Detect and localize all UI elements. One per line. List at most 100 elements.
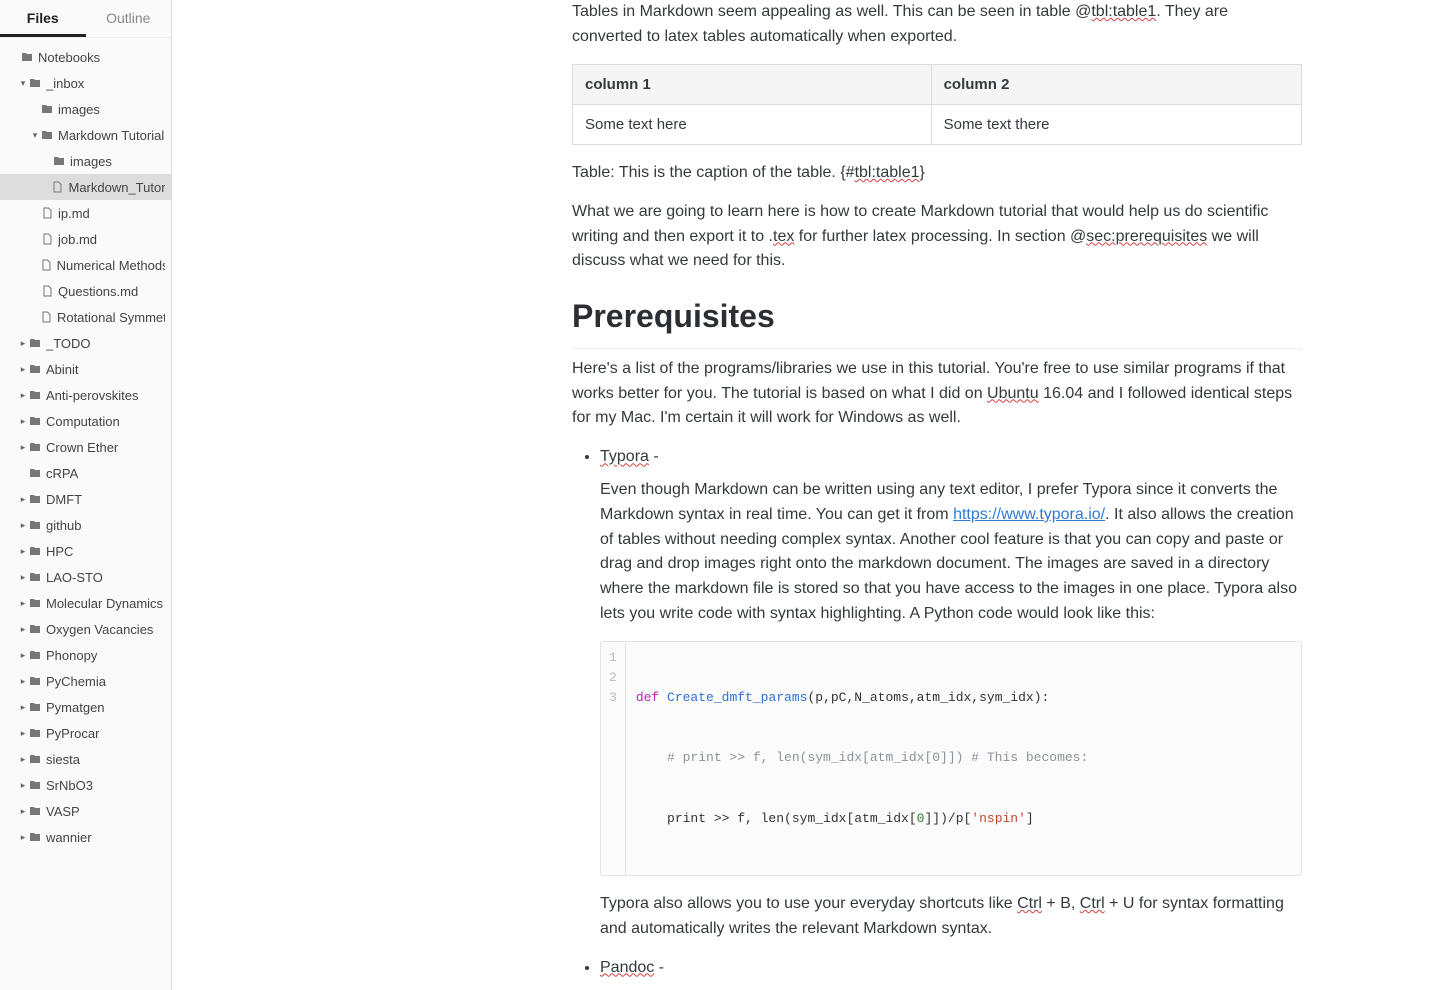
- tree-file-ip[interactable]: ▸ ip.md: [0, 200, 171, 226]
- tree-folder-images2[interactable]: ▸ images: [0, 148, 171, 174]
- tree-folder-computation[interactable]: ▸Computation: [0, 408, 171, 434]
- caret-right-icon: ▸: [18, 520, 28, 531]
- typora-link[interactable]: https://www.typora.io/: [953, 506, 1105, 523]
- tree-folder-pymatgen[interactable]: ▸Pymatgen: [0, 694, 171, 720]
- tree-label: images: [70, 154, 112, 169]
- caret-right-icon: ▸: [18, 390, 28, 401]
- folder-icon: [28, 596, 42, 610]
- paragraph: Tables in Markdown seem appealing as wel…: [572, 0, 1302, 50]
- caret-right-icon: ▸: [18, 624, 28, 635]
- caret-right-icon: ▸: [18, 702, 28, 713]
- tree-folder-wannier[interactable]: ▸wannier: [0, 824, 171, 850]
- tree-label: Molecular Dynamics: [46, 596, 163, 611]
- caret-right-icon: ▸: [18, 442, 28, 453]
- tree-label: LAO-STO: [46, 570, 103, 585]
- heading-prerequisites: Prerequisites: [572, 292, 1302, 349]
- tree-folder-vasp[interactable]: ▸ VASP: [0, 798, 171, 824]
- file-tree: ▸ Notebooks ▾ _inbox ▸ images ▾ Markdown…: [0, 38, 171, 990]
- caret-right-icon: ▸: [18, 416, 28, 427]
- tree-label: Anti-perovskites: [46, 388, 138, 403]
- file-icon: [39, 258, 53, 272]
- table-caption: Table: This is the caption of the table.…: [572, 161, 1302, 186]
- paragraph: Even though Markdown can be written usin…: [600, 478, 1302, 627]
- tree-label: PyProcar: [46, 726, 99, 741]
- table-header: column 1: [573, 64, 932, 104]
- table-anchor: tbl:table1: [855, 164, 920, 181]
- tree-folder-markdown-tutorial[interactable]: ▾ Markdown Tutorial: [0, 122, 171, 148]
- tree-label: Crown Ether: [46, 440, 118, 455]
- tree-label: images: [58, 102, 100, 117]
- tree-file-markdown-tutorial[interactable]: ▸ Markdown_Tutorial.: [0, 174, 171, 200]
- tree-folder-hpc[interactable]: ▸HPC: [0, 538, 171, 564]
- tree-folder-molecular-dynamics[interactable]: ▸Molecular Dynamics: [0, 590, 171, 616]
- folder-icon: [52, 154, 66, 168]
- tree-folder-phonopy[interactable]: ▸Phonopy: [0, 642, 171, 668]
- folder-icon: [28, 752, 42, 766]
- folder-icon: [40, 128, 54, 142]
- tree-folder-anti-perovskites[interactable]: ▸ Anti-perovskites: [0, 382, 171, 408]
- tree-label: PyChemia: [46, 674, 106, 689]
- code-text: ]])/p[: [924, 811, 971, 826]
- text: -: [649, 448, 659, 465]
- list-item-pandoc: Pandoc - This allows for the conversion …: [600, 956, 1302, 990]
- prereq-list: Typora - Even though Markdown can be wri…: [572, 445, 1302, 990]
- tree-file-job[interactable]: ▸ job.md: [0, 226, 171, 252]
- tree-label: Oxygen Vacancies: [46, 622, 153, 637]
- text-wavy: Ubuntu: [987, 385, 1039, 402]
- list-item-typora: Typora - Even though Markdown can be wri…: [600, 445, 1302, 941]
- code-block-python: 123 def Create_dmft_params(p,pC,N_atoms,…: [600, 641, 1302, 876]
- editor-content[interactable]: Tables in Markdown seem appealing as wel…: [172, 0, 1437, 990]
- caret-right-icon: ▸: [18, 338, 28, 349]
- code-text: (p,pC,N_atoms,atm_idx,sym_idx):: [807, 690, 1049, 705]
- text-wavy: tex: [773, 228, 794, 245]
- tree-file-rotational-symmetry[interactable]: ▸ Rotational Symmetry: [0, 304, 171, 330]
- tree-label: github: [46, 518, 81, 533]
- tree-label: Phonopy: [46, 648, 97, 663]
- tree-folder-crpa[interactable]: ▸cRPA: [0, 460, 171, 486]
- caret-right-icon: ▸: [18, 806, 28, 817]
- text: for further latex processing. In section…: [794, 228, 1086, 245]
- tree-label: VASP: [46, 804, 80, 819]
- tree-folder-srnbo3[interactable]: ▸SrNbO3: [0, 772, 171, 798]
- tree-label: SrNbO3: [46, 778, 93, 793]
- code-comment: # print >> f, len(sym_idx[atm_idx[0]]) #…: [636, 750, 1088, 765]
- folder-icon: [28, 778, 42, 792]
- tree-file-questions[interactable]: ▸ Questions.md: [0, 278, 171, 304]
- tree-folder-github[interactable]: ▸ github: [0, 512, 171, 538]
- folder-icon: [28, 674, 42, 688]
- tree-root-notebooks[interactable]: ▸ Notebooks: [0, 44, 171, 70]
- text: Table: This is the caption of the table.…: [572, 164, 855, 181]
- folder-icon: [28, 466, 42, 480]
- caret-right-icon: ▸: [18, 546, 28, 557]
- tree-folder-dmft[interactable]: ▸DMFT: [0, 486, 171, 512]
- folder-icon: [28, 492, 42, 506]
- folder-icon: [40, 102, 54, 116]
- folder-icon: [28, 76, 42, 90]
- tree-folder-images[interactable]: ▸ images: [0, 96, 171, 122]
- table-header: column 2: [931, 64, 1301, 104]
- caret-down-icon: ▾: [30, 130, 40, 141]
- table-cell: Some text here: [573, 104, 932, 144]
- tree-folder-siesta[interactable]: ▸siesta: [0, 746, 171, 772]
- tree-folder-inbox[interactable]: ▾ _inbox: [0, 70, 171, 96]
- folder-icon: [28, 700, 42, 714]
- tree-label: ip.md: [58, 206, 90, 221]
- tree-label: Markdown Tutorial: [58, 128, 164, 143]
- tree-folder-abinit[interactable]: ▸Abinit: [0, 356, 171, 382]
- folder-icon: [28, 362, 42, 376]
- tree-folder-pyprocar[interactable]: ▸PyProcar: [0, 720, 171, 746]
- tree-folder-oxygen-vacancies[interactable]: ▸ Oxygen Vacancies: [0, 616, 171, 642]
- tab-files[interactable]: Files: [0, 0, 86, 37]
- tree-file-numerical-methods[interactable]: ▸ Numerical Methods.m: [0, 252, 171, 278]
- tree-label: wannier: [46, 830, 92, 845]
- tree-folder-todo[interactable]: ▸ _TODO: [0, 330, 171, 356]
- tree-label: _TODO: [46, 336, 91, 351]
- folder-icon: [28, 336, 42, 350]
- tree-folder-crown-ether[interactable]: ▸ Crown Ether: [0, 434, 171, 460]
- tree-folder-pychemia[interactable]: ▸PyChemia: [0, 668, 171, 694]
- code-keyword: def: [636, 690, 659, 705]
- tab-outline[interactable]: Outline: [86, 0, 172, 37]
- folder-icon: [28, 648, 42, 662]
- tree-folder-lao-sto[interactable]: ▸LAO-STO: [0, 564, 171, 590]
- paragraph: Here's a list of the programs/libraries …: [572, 357, 1302, 431]
